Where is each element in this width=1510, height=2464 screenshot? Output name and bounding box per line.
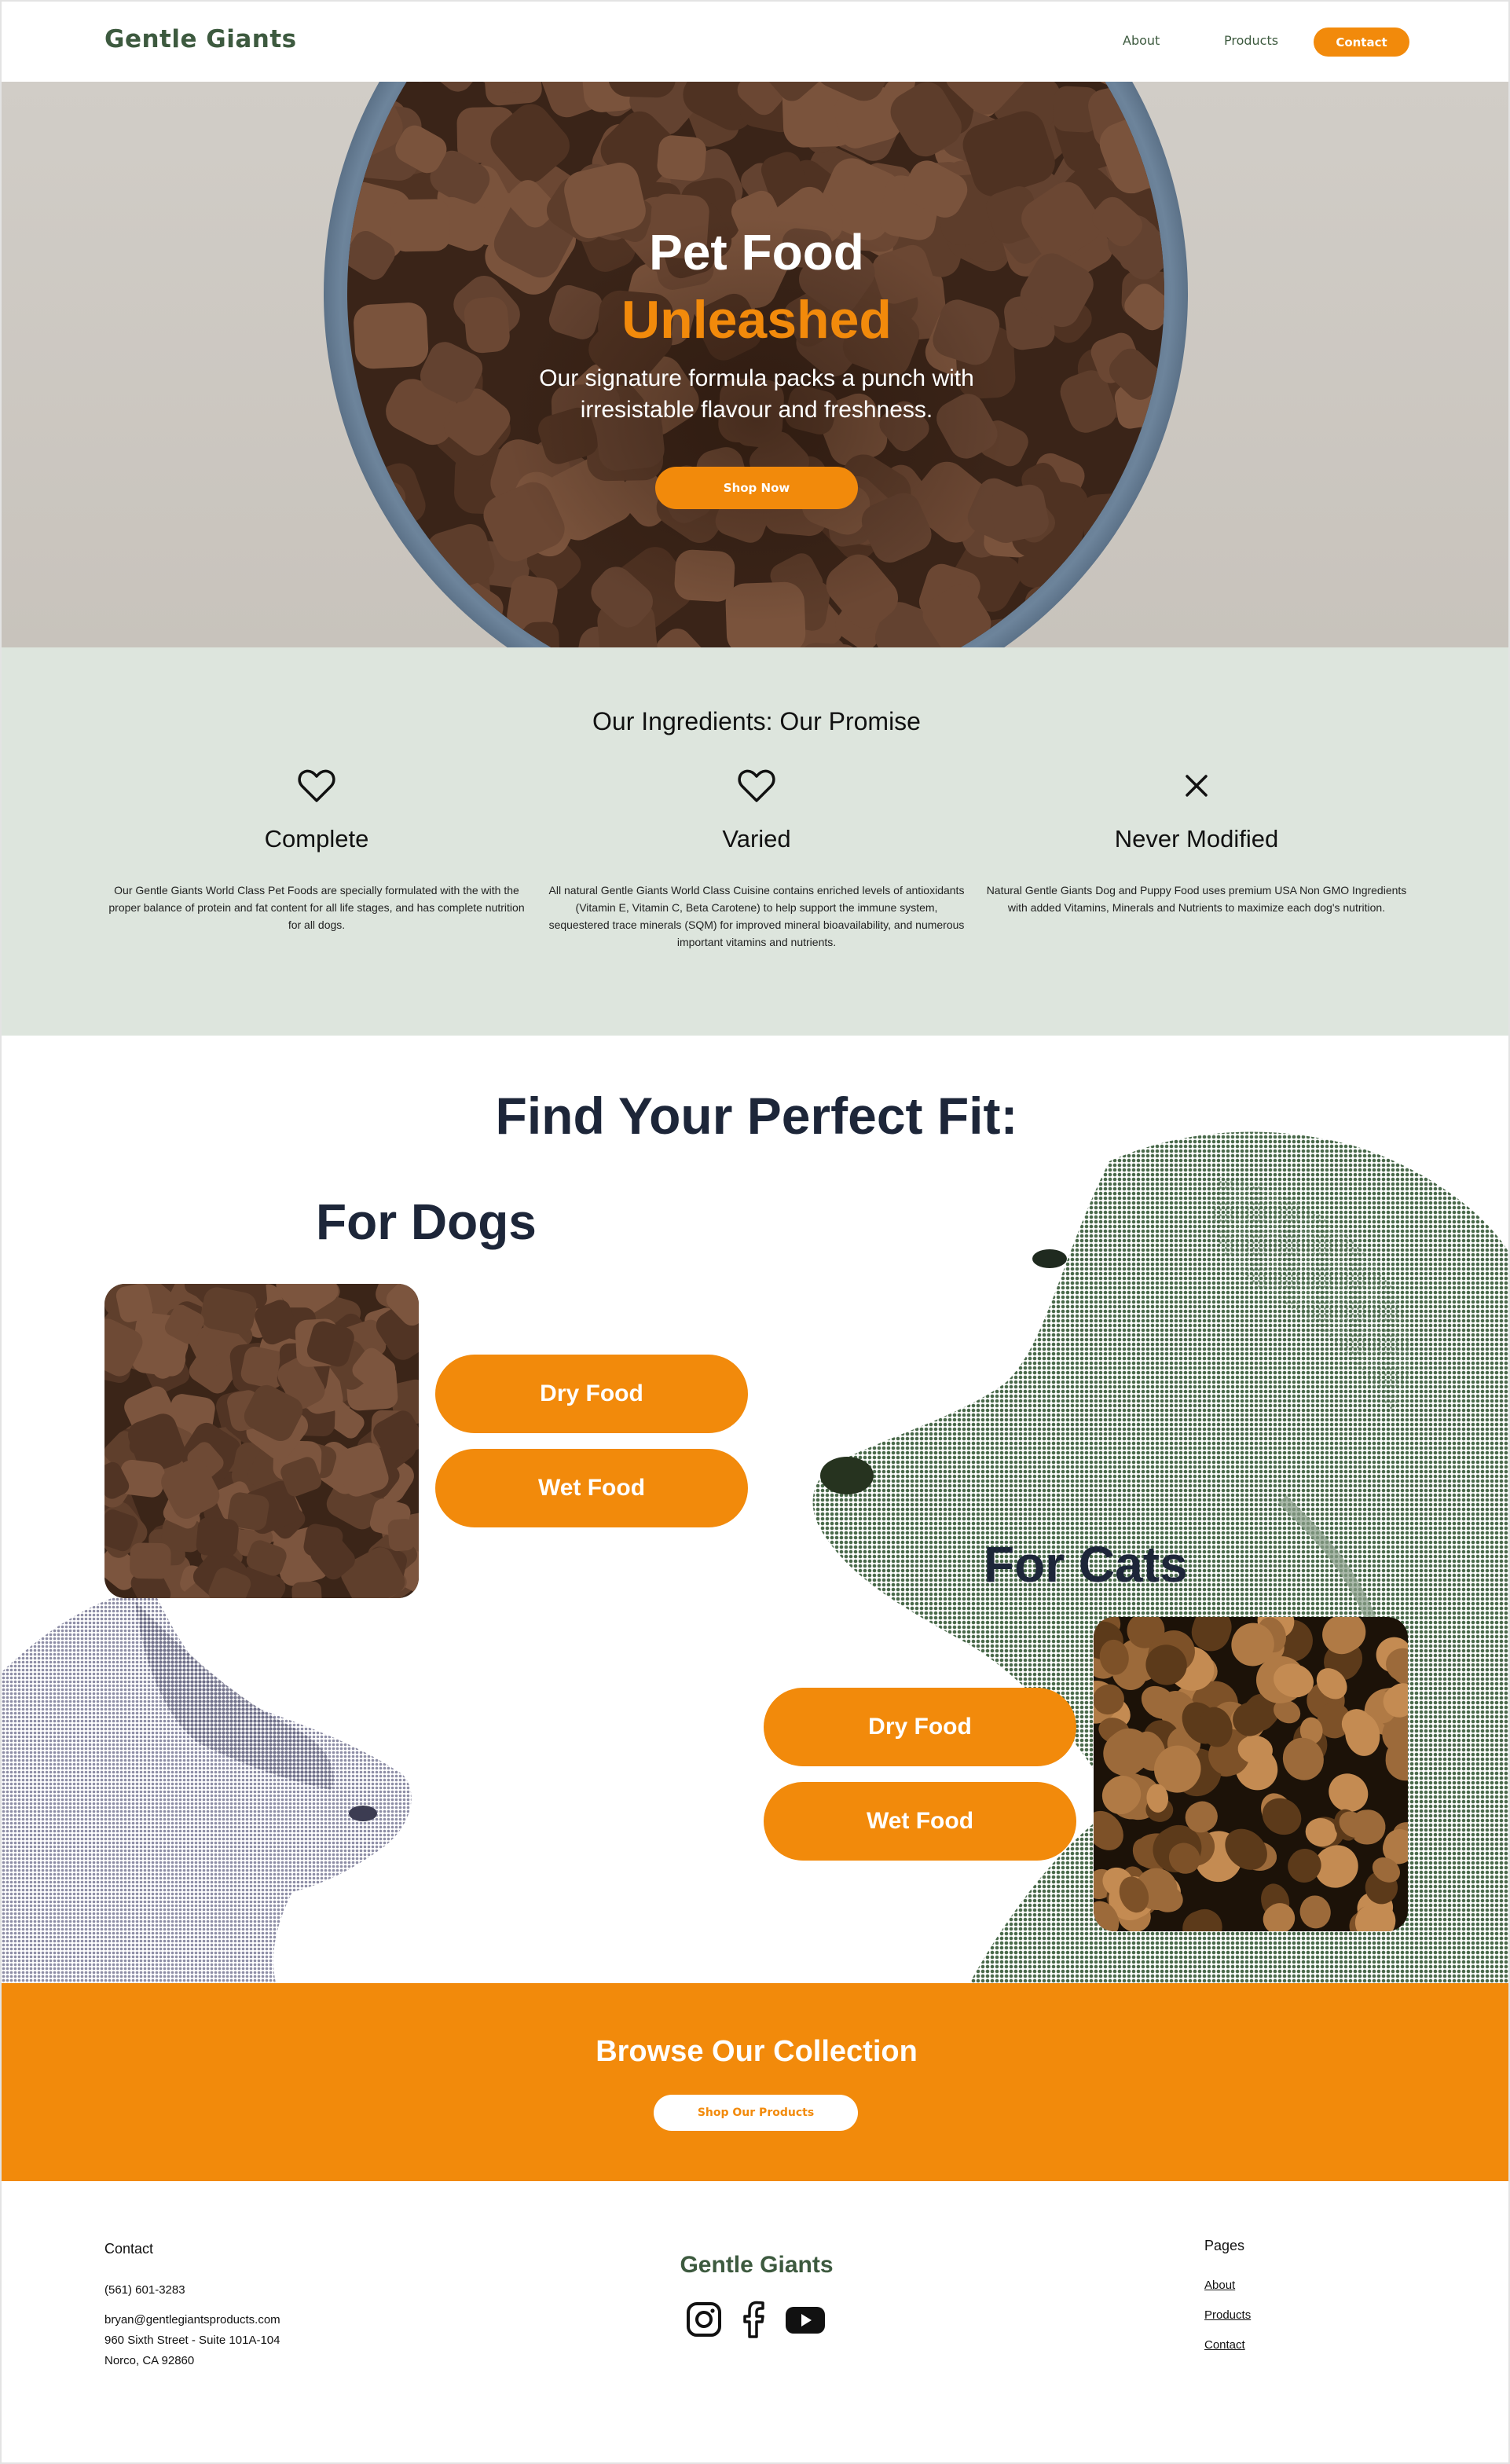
footer-address-line1: 960 Sixth Street - Suite 101A-104 (104, 2334, 280, 2347)
youtube-icon[interactable] (784, 2301, 826, 2342)
ingredient-card-complete: Complete Our Gentle Giants World Class P… (104, 765, 529, 933)
nav-link-about[interactable]: About (1123, 33, 1160, 48)
facebook-icon[interactable] (738, 2301, 769, 2342)
browse-title: Browse Our Collection (596, 2035, 918, 2068)
perfect-fit-title: Find Your Perfect Fit: (495, 1087, 1018, 1145)
ingredients-title: Our Ingredients: Our Promise (592, 707, 921, 735)
dog-dry-food-button[interactable]: Dry Food (435, 1355, 748, 1433)
kibble-piece (196, 1517, 239, 1557)
kibble-piece (130, 1542, 171, 1579)
dog-wet-food-button[interactable]: Wet Food (435, 1449, 748, 1527)
ingredient-text: All natural Gentle Giants World Class Cu… (548, 884, 965, 948)
hero-title-accent: Unleashed (621, 290, 892, 350)
cat-food-photo (1094, 1617, 1408, 1931)
ingredient-text: Natural Gentle Giants Dog and Puppy Food… (986, 884, 1407, 914)
kibble-piece (387, 1519, 415, 1552)
ingredient-card-never-modified: Never Modified Natural Gentle Giants Dog… (984, 765, 1409, 916)
footer-pages-heading: Pages (1204, 2238, 1245, 2253)
ingredient-heading: Complete (264, 825, 369, 852)
shop-our-products-button[interactable]: Shop Our Products (654, 2095, 858, 2131)
footer-brand: Gentle Giants (680, 2252, 834, 2278)
hero-section: Pet Food Unleashed Our signature formula… (2, 82, 1508, 647)
page-frame: Gentle Giants About Products Contact Pet… (0, 0, 1510, 2464)
footer-link-about[interactable]: About (1204, 2279, 1235, 2292)
ingredient-text: Our Gentle Giants World Class Pet Foods … (108, 884, 525, 931)
ingredient-heading: Never Modified (1114, 825, 1279, 852)
close-icon (1176, 765, 1217, 806)
brand-logo[interactable]: Gentle Giants (104, 25, 297, 53)
footer-email[interactable]: bryan@gentlegiantsproducts.com (104, 2310, 280, 2330)
shop-now-button[interactable]: Shop Now (655, 467, 858, 509)
footer-link-contact[interactable]: Contact (1204, 2338, 1245, 2352)
heart-icon (736, 765, 777, 806)
ingredient-card-varied: Varied All natural Gentle Giants World C… (544, 765, 969, 951)
hero-title: Pet Food (649, 224, 864, 280)
footer-link-products[interactable]: Products (1204, 2308, 1251, 2322)
kibble-piece (657, 135, 706, 182)
cats-title: For Cats (984, 1536, 1188, 1593)
cat-illustration (2, 1586, 412, 1983)
footer-address-line2: Norco, CA 92860 (104, 2354, 195, 2367)
top-nav: Gentle Giants About Products Contact (2, 2, 1508, 82)
social-links (685, 2299, 826, 2343)
dogs-title: For Dogs (316, 1194, 537, 1250)
kibble-piece (291, 1581, 323, 1598)
heart-icon (296, 765, 337, 806)
cat-wet-food-button[interactable]: Wet Food (764, 1782, 1076, 1861)
hero-subtitle: Our signature formula packs a punch with… (539, 365, 974, 423)
nav-link-products[interactable]: Products (1224, 33, 1278, 48)
instagram-icon[interactable] (685, 2301, 723, 2342)
ingredients-section: Our Ingredients: Our Promise Complete Ou… (2, 647, 1508, 1036)
nav-contact-button[interactable]: Contact (1314, 28, 1409, 57)
browse-collection-section: Browse Our Collection Shop Our Products (2, 1983, 1508, 2181)
ingredient-heading: Varied (722, 825, 791, 852)
footer: Contact (561) 601-3283 bryan@gentlegiant… (2, 2181, 1508, 2462)
cat-dry-food-button[interactable]: Dry Food (764, 1688, 1076, 1766)
perfect-fit-section: Find Your Perfect Fit: For Dogs Dry Food… (2, 1036, 1508, 1983)
footer-phone[interactable]: (561) 601-3283 (104, 2280, 185, 2301)
dog-food-photo (104, 1284, 419, 1598)
